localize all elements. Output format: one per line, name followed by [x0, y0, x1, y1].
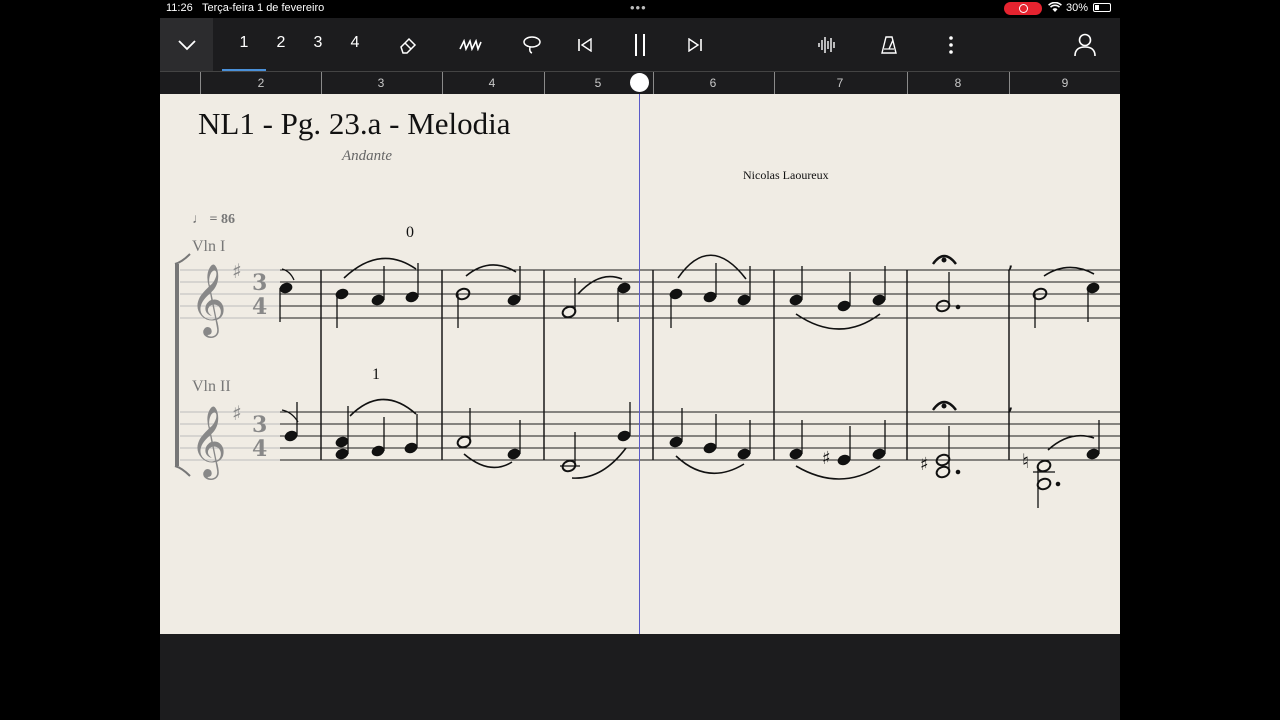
- playhead-knob[interactable]: [630, 73, 649, 92]
- multitask-dots-icon[interactable]: •••: [630, 0, 647, 15]
- voice-1-button[interactable]: 1: [222, 34, 266, 71]
- svg-text:♯: ♯: [822, 448, 831, 469]
- key-sharp: ♯: [232, 401, 242, 425]
- screen-recording-icon[interactable]: [1004, 2, 1042, 15]
- chevron-down-icon: [177, 39, 196, 50]
- skip-forward-icon: [688, 38, 702, 52]
- svg-text:,: ,: [1007, 249, 1014, 274]
- staff1-notes: ,: [279, 249, 1100, 330]
- time-sig-bottom: 4: [252, 436, 267, 462]
- audio-wave-icon: [818, 37, 835, 53]
- voice-3-button[interactable]: 3: [308, 34, 328, 52]
- time-sig-top: 3: [252, 270, 267, 296]
- svg-text:♯: ♯: [920, 454, 929, 475]
- metronome-icon: [881, 36, 897, 54]
- svg-text:,: ,: [1007, 391, 1014, 416]
- score-page[interactable]: NL1 - Pg. 23.a - Melodia Andante Nicolas…: [160, 94, 1120, 634]
- battery-percentage: 30%: [1066, 2, 1089, 14]
- audio-button[interactable]: [814, 32, 840, 58]
- skip-forward-button[interactable]: [682, 32, 708, 58]
- ruler-measure-label[interactable]: 2: [246, 76, 276, 90]
- ruler-measure-label[interactable]: 9: [1050, 76, 1080, 90]
- status-bar: 11:26 Terça-feira 1 de fevereiro ••• 30%: [0, 0, 1280, 18]
- eraser-button[interactable]: [395, 32, 421, 58]
- pause-button[interactable]: [627, 32, 653, 58]
- bottom-panel: [160, 634, 1120, 720]
- lasso-button[interactable]: [519, 32, 545, 58]
- skip-back-icon: [578, 38, 592, 52]
- key-sharp: ♯: [232, 259, 242, 283]
- collapse-button[interactable]: [160, 18, 213, 71]
- more-button[interactable]: [938, 32, 964, 58]
- profile-button[interactable]: [1072, 32, 1098, 58]
- wifi-icon: [1048, 1, 1062, 16]
- ruler-measure-label[interactable]: 8: [943, 76, 973, 90]
- pause-icon: [635, 34, 645, 56]
- system-bracket: [174, 253, 191, 477]
- treble-clef: 𝄞: [190, 262, 227, 338]
- ruler-measure-label[interactable]: 3: [366, 76, 396, 90]
- ruler-measure-label[interactable]: 7: [825, 76, 855, 90]
- playhead-line[interactable]: [639, 94, 640, 634]
- voice-2-button[interactable]: 2: [271, 34, 291, 52]
- eraser-icon: [400, 37, 417, 54]
- staff2-notes: ♯ ♯ , ♮: [281, 391, 1100, 508]
- time-sig-bottom: 4: [252, 294, 267, 320]
- app-window: 1 2 3 4 2 3 4 5 6 7 8 9 NL1 - Pg. 23.a -…: [160, 18, 1120, 720]
- time-sig-top: 3: [252, 412, 267, 438]
- lasso-icon: [523, 36, 541, 54]
- more-icon: [949, 36, 953, 54]
- battery-icon: [1093, 3, 1111, 12]
- ruler-measure-label[interactable]: 4: [477, 76, 507, 90]
- barlines: [320, 270, 1010, 460]
- profile-icon: [1074, 33, 1096, 57]
- measure-ruler[interactable]: 2 3 4 5 6 7 8 9: [160, 71, 1120, 94]
- skip-back-button[interactable]: [572, 32, 598, 58]
- ruler-measure-label[interactable]: 6: [698, 76, 728, 90]
- ruler-measure-label[interactable]: 5: [583, 76, 613, 90]
- pen-button[interactable]: [457, 32, 483, 58]
- voice-4-button[interactable]: 4: [345, 34, 365, 52]
- svg-text:♮: ♮: [1022, 449, 1029, 473]
- metronome-button[interactable]: [876, 32, 902, 58]
- toolbar: 1 2 3 4: [160, 18, 1120, 71]
- pen-icon: [459, 39, 482, 51]
- staff-system: 𝄞 𝄞 ♯ ♯ 3 4 3 4 , ♯ ♯ , ♮: [174, 249, 1120, 508]
- status-time: 11:26: [166, 2, 193, 14]
- status-date: Terça-feira 1 de fevereiro: [202, 2, 325, 14]
- treble-clef: 𝄞: [190, 404, 227, 480]
